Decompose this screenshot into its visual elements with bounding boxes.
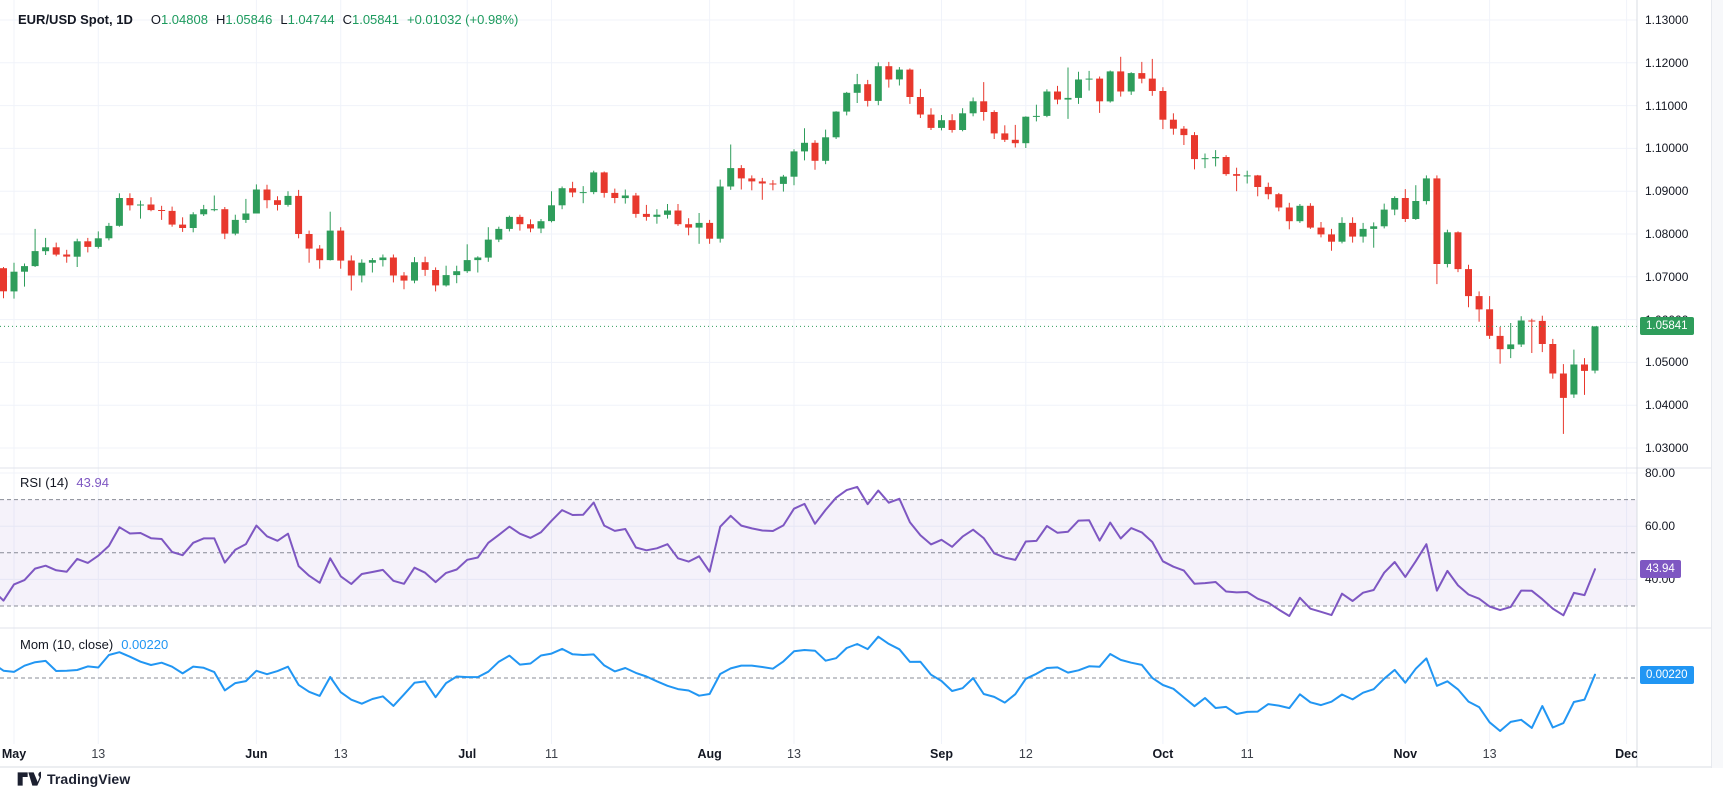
- rsi-tick-label: 80.00: [1645, 466, 1675, 480]
- close-value: 1.05841: [352, 12, 399, 27]
- symbol-legend: EUR/USD Spot, 1D O1.04808 H1.05846 L1.04744…: [18, 12, 518, 27]
- chart-canvas[interactable]: [0, 0, 1723, 803]
- price-tick-label: 1.04000: [1645, 398, 1688, 412]
- high-label: H: [216, 12, 225, 27]
- time-tick-label: Dec: [1615, 747, 1637, 761]
- mom-indicator-value: 0.00220: [121, 637, 168, 652]
- tradingview-logo-icon: [17, 771, 41, 787]
- low-label: L: [280, 12, 287, 27]
- rsi-indicator-value: 43.94: [76, 475, 109, 490]
- time-axis[interactable]: May 13 Jun 13 Jul 11 Aug 13 Sep 12 Oct 11 Nov 13 Dec: [0, 744, 1637, 763]
- rsi-indicator-title: RSI (14): [20, 475, 68, 490]
- high-value: 1.05846: [225, 12, 272, 27]
- right-gutter: [1711, 0, 1723, 768]
- price-tick-label: 1.03000: [1645, 441, 1688, 455]
- time-tick-label: 13: [1483, 747, 1497, 761]
- price-tick-label: 1.10000: [1645, 141, 1688, 155]
- open-label: O: [151, 12, 161, 27]
- time-tick-label: Jun: [245, 747, 267, 761]
- time-tick-label: Jul: [458, 747, 476, 761]
- time-tick-label: Sep: [930, 747, 953, 761]
- time-tick-label: 13: [787, 747, 801, 761]
- time-tick-label: 11: [1241, 747, 1254, 761]
- low-value: 1.04744: [288, 12, 335, 27]
- time-tick-label: 12: [1019, 747, 1033, 761]
- rsi-legend: RSI (14) 43.94: [20, 475, 109, 490]
- mom-legend: Mom (10, close) 0.00220: [20, 637, 168, 652]
- last-price-label: 1.05841: [1640, 317, 1694, 335]
- time-tick-label: Nov: [1393, 747, 1417, 761]
- time-tick-label: 11: [545, 747, 558, 761]
- time-tick-label: Oct: [1152, 747, 1173, 761]
- tradingview-chart-widget: EUR/USD Spot, 1D O1.04808 H1.05846 L1.04744…: [0, 0, 1723, 803]
- rsi-tick-label: 60.00: [1645, 519, 1675, 533]
- tradingview-attribution-text: TradingView: [47, 771, 130, 787]
- price-tick-label: 1.07000: [1645, 270, 1688, 284]
- time-tick-label: Aug: [697, 747, 721, 761]
- rsi-value-label: 43.94: [1640, 560, 1681, 578]
- price-tick-label: 1.13000: [1645, 13, 1688, 27]
- time-tick-label: 13: [91, 747, 105, 761]
- close-label: C: [343, 12, 352, 27]
- mom-value-label: 0.00220: [1640, 666, 1694, 684]
- time-tick-label: May: [2, 747, 26, 761]
- price-tick-label: 1.12000: [1645, 56, 1688, 70]
- price-tick-label: 1.05000: [1645, 355, 1688, 369]
- price-tick-label: 1.08000: [1645, 227, 1688, 241]
- symbol-title: EUR/USD Spot, 1D: [18, 12, 133, 27]
- time-tick-label: 13: [334, 747, 348, 761]
- mom-indicator-title: Mom (10, close): [20, 637, 113, 652]
- change-value: +0.01032 (+0.98%): [407, 12, 518, 27]
- price-tick-label: 1.11000: [1645, 99, 1688, 113]
- open-value: 1.04808: [161, 12, 208, 27]
- price-tick-label: 1.09000: [1645, 184, 1688, 198]
- tradingview-attribution[interactable]: TradingView: [17, 771, 130, 787]
